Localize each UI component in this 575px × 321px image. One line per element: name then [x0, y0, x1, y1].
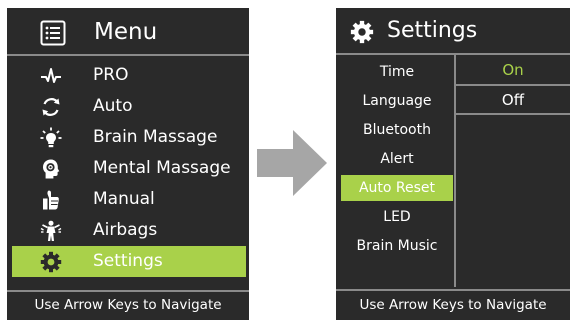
settings-item-led[interactable]: LED [341, 204, 453, 230]
menu-item-label: Airbags [93, 220, 158, 240]
pulse-icon [41, 68, 61, 83]
navigation-hint: Use Arrow Keys to Navigate [359, 297, 547, 313]
header-divider [7, 54, 249, 56]
settings-item-label: Brain Music [356, 238, 438, 254]
settings-item-label: Bluetooth [363, 122, 431, 138]
settings-item-brain-music[interactable]: Brain Music [341, 233, 453, 259]
menu-item-label: Mental Massage [93, 158, 231, 178]
settings-item-alert[interactable]: Alert [341, 146, 453, 172]
footer-divider [7, 290, 249, 292]
settings-item-label: Language [362, 93, 432, 109]
settings-title: Settings [387, 18, 478, 43]
option-label: Off [501, 91, 525, 109]
cycle-arrows-icon [42, 98, 60, 116]
menu-item-manual[interactable]: Manual [12, 184, 246, 215]
settings-item-label: Auto Reset [358, 180, 436, 196]
option-on[interactable]: On [456, 56, 570, 84]
gear-icon [40, 251, 62, 273]
header-divider [336, 53, 570, 55]
settings-item-label: LED [383, 209, 411, 225]
thumbs-up-icon [43, 190, 59, 210]
settings-screen: Settings Time Language Bluetooth Alert A… [336, 8, 570, 320]
navigation-hint: Use Arrow Keys to Navigate [34, 297, 222, 313]
option-off[interactable]: Off [456, 86, 570, 114]
footer-divider [336, 289, 570, 291]
menu-header: Menu [7, 8, 249, 56]
settings-item-time[interactable]: Time [341, 59, 453, 85]
head-icon [43, 159, 60, 179]
lightbulb-icon [40, 127, 62, 148]
option-label: On [502, 61, 524, 79]
manual-illustration: Menu PRO Auto Brain Massage Mental Massa… [0, 0, 575, 321]
menu-item-auto[interactable]: Auto [12, 91, 246, 122]
list-icon [40, 20, 66, 46]
settings-item-label: Time [379, 64, 415, 80]
settings-item-language[interactable]: Language [341, 88, 453, 114]
menu-item-settings[interactable]: Settings [12, 246, 246, 277]
menu-item-mental-massage[interactable]: Mental Massage [12, 153, 246, 184]
gear-icon [350, 20, 374, 44]
arrow-right-icon [257, 130, 327, 196]
menu-item-label: Auto [93, 96, 133, 116]
option-divider [456, 113, 570, 115]
menu-item-label: Manual [93, 189, 155, 209]
settings-item-bluetooth[interactable]: Bluetooth [341, 117, 453, 143]
menu-item-brain-massage[interactable]: Brain Massage [12, 122, 246, 153]
settings-item-auto-reset[interactable]: Auto Reset [341, 175, 453, 201]
menu-item-pro[interactable]: PRO [12, 60, 246, 91]
menu-screen: Menu PRO Auto Brain Massage Mental Massa… [7, 8, 249, 320]
menu-item-label: Brain Massage [93, 127, 218, 147]
menu-title: Menu [94, 19, 158, 45]
menu-item-airbags[interactable]: Airbags [12, 215, 246, 246]
person-stretch-icon [40, 220, 62, 241]
menu-item-label: PRO [93, 65, 129, 85]
settings-item-label: Alert [380, 151, 414, 167]
menu-item-label: Settings [93, 251, 163, 271]
